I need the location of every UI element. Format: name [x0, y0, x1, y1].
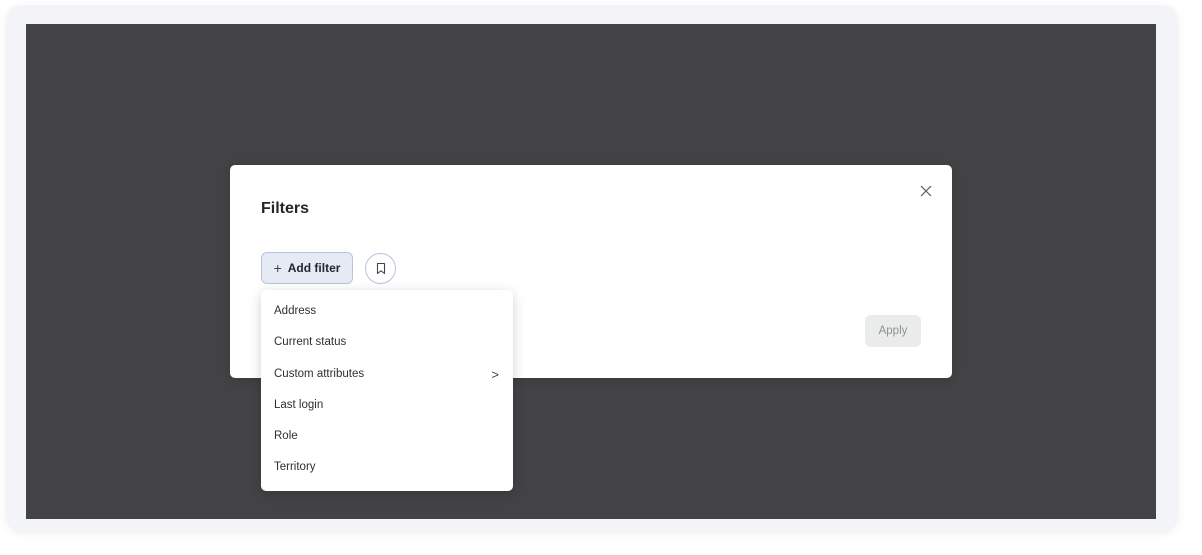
menu-item-label: Territory — [274, 461, 316, 474]
menu-item-label: Address — [274, 305, 317, 317]
filter-dropdown-menu: Address Current status Custom attributes… — [261, 290, 513, 491]
add-filter-button[interactable]: + Add filter — [261, 252, 353, 284]
chevron-right-icon: > — [491, 366, 499, 382]
add-filter-label: Add filter — [287, 261, 341, 275]
bookmark-icon — [376, 262, 385, 275]
menu-item-label: Current status — [274, 336, 347, 349]
menu-item-last-login[interactable]: Last login — [261, 390, 513, 421]
menu-item-label: Last login — [274, 398, 324, 411]
close-icon — [920, 185, 932, 197]
menu-item-role[interactable]: Role — [261, 421, 513, 452]
menu-item-territory[interactable]: Territory — [261, 452, 513, 483]
menu-item-label: Role — [274, 430, 298, 443]
apply-button[interactable]: Apply — [865, 315, 921, 347]
menu-item-address[interactable]: Address — [261, 296, 513, 327]
bookmark-button[interactable] — [365, 253, 396, 284]
menu-item-custom-attributes[interactable]: Custom attributes > — [261, 359, 513, 390]
close-button[interactable] — [918, 183, 934, 199]
plus-icon: + — [273, 260, 282, 276]
menu-item-current-status[interactable]: Current status — [261, 327, 513, 358]
modal-title: Filters — [261, 200, 310, 217]
menu-item-label: Custom attributes — [274, 367, 365, 380]
